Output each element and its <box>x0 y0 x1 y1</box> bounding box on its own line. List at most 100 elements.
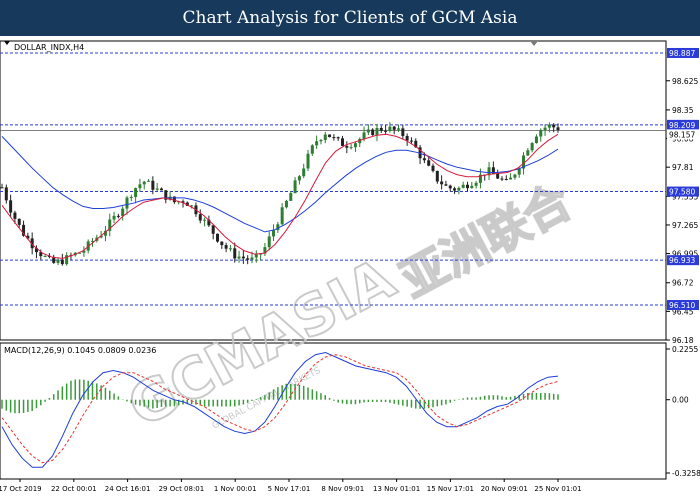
time-axis-label: 17 Oct 2019 <box>0 485 42 493</box>
price-axis-label: 98.35 <box>672 106 694 115</box>
candle-body <box>444 184 448 186</box>
price-axis-label: 96.18 <box>672 336 694 345</box>
candle-body <box>216 233 220 242</box>
level-tag-label: 96.933 <box>669 256 695 265</box>
candle-body <box>60 259 64 265</box>
current-price-label: 98.157 <box>669 130 695 139</box>
candle-body <box>427 160 431 166</box>
candle-body <box>233 248 237 259</box>
candle-body <box>4 187 8 201</box>
candle-body <box>284 200 288 208</box>
time-axis-label: 8 Nov 09:01 <box>321 485 364 493</box>
candle-body <box>332 137 336 139</box>
candle-body <box>513 174 517 178</box>
candle-body <box>112 215 116 220</box>
candle-body <box>539 130 543 137</box>
time-axis-label: 20 Nov 09:01 <box>481 485 528 493</box>
macd-label: MACD(12,26,9) 0.1045 0.0809 0.0236 <box>4 346 156 355</box>
price-axis-label: 96.72 <box>672 279 694 288</box>
candle-body <box>56 259 60 263</box>
candle-body <box>315 141 319 146</box>
candle-body <box>401 128 405 136</box>
candle-body <box>384 130 388 132</box>
candle-body <box>397 128 401 130</box>
candle-body <box>435 170 439 182</box>
macd-axis-label: 0.2255 <box>672 345 698 354</box>
candle-body <box>250 257 254 260</box>
symbol-label: DOLLAR_INDX,H4 <box>14 43 84 52</box>
candle-body <box>228 248 232 250</box>
candle-body <box>440 181 444 185</box>
candle-body <box>306 153 310 169</box>
candle-body <box>289 193 293 201</box>
candle-body <box>237 256 241 259</box>
candle-body <box>254 254 258 258</box>
candle-body <box>552 124 556 128</box>
candle-body <box>319 139 323 142</box>
candle-body <box>349 147 353 149</box>
candle-body <box>453 188 457 191</box>
candle-body <box>323 134 327 140</box>
level-tag-label: 98.209 <box>669 121 695 130</box>
candle-body <box>534 136 538 144</box>
level-tag-label: 97.580 <box>669 188 695 197</box>
macd-axis-label: -0.3258 <box>672 469 700 478</box>
time-axis-label: 1 Nov 00:01 <box>214 485 257 493</box>
time-axis-label: 24 Oct 16:01 <box>105 485 151 493</box>
candle-body <box>125 197 129 209</box>
candle-body <box>474 182 478 186</box>
candle-body <box>151 180 155 190</box>
price-axis-label: 97.81 <box>672 163 694 172</box>
candle-body <box>556 127 560 131</box>
time-axis-label: 25 Nov 01:01 <box>534 485 581 493</box>
candle-body <box>431 165 435 171</box>
candle-body <box>500 178 504 180</box>
candle-body <box>345 145 349 148</box>
candle-body <box>0 187 4 189</box>
candle-body <box>224 245 228 249</box>
candle-body <box>198 214 202 221</box>
candle-body <box>142 181 146 185</box>
chart-area: GCMASIA GLOBAL CAPITAL MARKETS 亚洲联合 98.6… <box>0 40 700 493</box>
candle-body <box>220 241 224 246</box>
candle-body <box>9 200 13 213</box>
chart-title: Chart Analysis for Clients of GCM Asia <box>0 0 700 36</box>
candle-body <box>496 173 500 179</box>
candle-body <box>147 180 151 182</box>
time-axis-label: 29 Oct 08:01 <box>159 485 205 493</box>
candle-body <box>448 185 452 189</box>
candle-body <box>272 229 276 237</box>
candle-body <box>211 225 215 234</box>
candle-body <box>293 180 297 194</box>
candle-body <box>328 134 332 138</box>
candle-body <box>134 188 138 197</box>
candle-body <box>388 126 392 131</box>
level-tag-label: 96.510 <box>669 301 695 310</box>
level-tag-label: 98.887 <box>669 49 695 58</box>
candle-body <box>530 143 534 151</box>
candle-body <box>310 145 314 154</box>
candle-body <box>129 196 133 198</box>
time-axis-label: 5 Nov 17:01 <box>268 485 311 493</box>
candle-body <box>159 188 163 191</box>
candle-body <box>267 236 271 248</box>
candle-body <box>371 129 375 135</box>
time-axis-label: 15 Nov 17:01 <box>427 485 474 493</box>
candle-body <box>116 215 120 217</box>
price-axis-label: 97.265 <box>672 221 698 230</box>
candle-body <box>392 126 396 130</box>
candle-body <box>409 140 413 142</box>
candle-body <box>547 124 551 128</box>
macd-axis-label: 0.00 <box>672 396 689 405</box>
candle-body <box>17 218 21 225</box>
candle-body <box>336 137 340 139</box>
candle-body <box>405 135 409 141</box>
candle-body <box>457 187 461 191</box>
candle-body <box>43 255 47 257</box>
candle-body <box>379 127 383 131</box>
candle-body <box>203 219 207 221</box>
candle-body <box>504 179 508 181</box>
time-axis-label: 22 Oct 00:01 <box>51 485 97 493</box>
candle-body <box>246 258 250 260</box>
candle-body <box>526 150 530 156</box>
